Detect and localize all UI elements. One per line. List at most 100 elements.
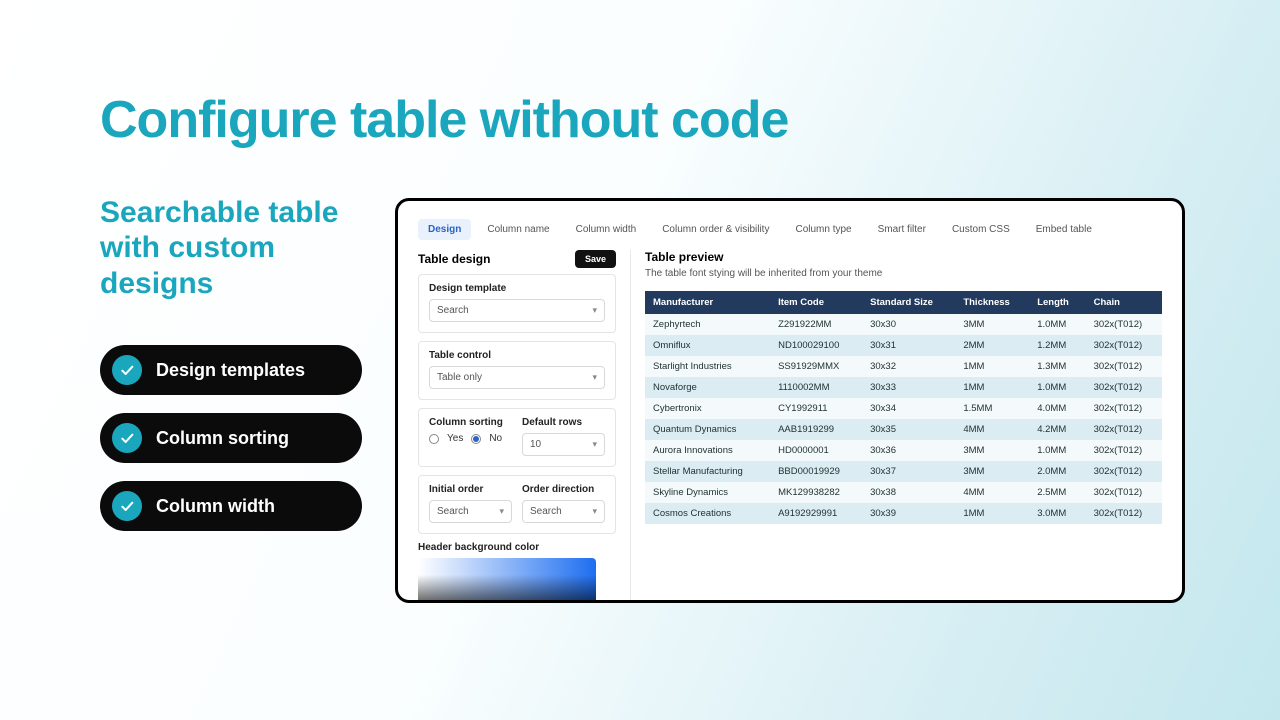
table-cell: 1.3MM [1029, 356, 1085, 377]
column-sorting-label: Column sorting [429, 417, 512, 428]
table-cell: 302x(T012) [1086, 482, 1162, 503]
chevron-down-icon: ▾ [592, 506, 597, 517]
check-icon [112, 491, 142, 521]
tab-column-type[interactable]: Column type [785, 219, 861, 240]
check-icon [112, 423, 142, 453]
table-cell: 3MM [955, 440, 1029, 461]
table-row: Stellar ManufacturingBBD0001992930x373MM… [645, 461, 1162, 482]
feature-label: Column sorting [156, 428, 289, 449]
order-direction-select[interactable]: Search ▾ [522, 500, 605, 523]
tab-embed-table[interactable]: Embed table [1026, 219, 1102, 240]
template-value: Search [437, 305, 469, 316]
table-cell: 302x(T012) [1086, 419, 1162, 440]
tab-column-order-visibility[interactable]: Column order & visibility [652, 219, 779, 240]
table-cell: Zephyrtech [645, 314, 770, 335]
table-cell: Quantum Dynamics [645, 419, 770, 440]
table-cell: CY1992911 [770, 398, 862, 419]
table-cell: 302x(T012) [1086, 461, 1162, 482]
header-bg-label: Header background color [418, 542, 616, 553]
table-cell: Cosmos Creations [645, 503, 770, 524]
table-cell: 4.0MM [1029, 398, 1085, 419]
sorting-no-label: No [489, 433, 502, 444]
table-header-cell: Standard Size [862, 291, 955, 314]
table-cell: A9192929991 [770, 503, 862, 524]
table-cell: Starlight Industries [645, 356, 770, 377]
table-cell: 1.0MM [1029, 314, 1085, 335]
table-cell: Cybertronix [645, 398, 770, 419]
table-header-row: ManufacturerItem CodeStandard SizeThickn… [645, 291, 1162, 314]
table-row: Starlight IndustriesSS91929MMX30x321MM1.… [645, 356, 1162, 377]
tab-design[interactable]: Design [418, 219, 471, 240]
table-cell: SS91929MMX [770, 356, 862, 377]
table-row: Quantum DynamicsAAB191929930x354MM4.2MM3… [645, 419, 1162, 440]
sorting-no-radio[interactable] [471, 434, 481, 444]
order-direction-value: Search [530, 506, 562, 517]
feature-pill: Column sorting [100, 413, 362, 463]
table-cell: 302x(T012) [1086, 335, 1162, 356]
table-cell: 3MM [955, 461, 1029, 482]
color-picker[interactable] [418, 558, 596, 603]
table-cell: 1.0MM [1029, 440, 1085, 461]
table-cell: 1.2MM [1029, 335, 1085, 356]
table-cell: 302x(T012) [1086, 377, 1162, 398]
preview-note: The table font stying will be inherited … [645, 268, 1162, 279]
page-subhead: Searchable table with custom designs [100, 195, 390, 301]
save-button[interactable]: Save [575, 250, 616, 268]
table-cell: 4MM [955, 419, 1029, 440]
default-rows-value: 10 [530, 439, 541, 450]
initial-order-select[interactable]: Search ▾ [429, 500, 512, 523]
table-row: Aurora InnovationsHD000000130x363MM1.0MM… [645, 440, 1162, 461]
table-row: CybertronixCY199291130x341.5MM4.0MM302x(… [645, 398, 1162, 419]
table-cell: 302x(T012) [1086, 356, 1162, 377]
table-row: Cosmos CreationsA919292999130x391MM3.0MM… [645, 503, 1162, 524]
table-cell: 4MM [955, 482, 1029, 503]
table-cell: 1.0MM [1029, 377, 1085, 398]
chevron-down-icon: ▾ [592, 305, 597, 316]
table-cell: 2MM [955, 335, 1029, 356]
check-icon [112, 355, 142, 385]
table-cell: HD0000001 [770, 440, 862, 461]
table-cell: 30x32 [862, 356, 955, 377]
table-cell: 30x31 [862, 335, 955, 356]
table-cell: Stellar Manufacturing [645, 461, 770, 482]
table-cell: 30x35 [862, 419, 955, 440]
table-cell: 2.0MM [1029, 461, 1085, 482]
tab-smart-filter[interactable]: Smart filter [868, 219, 936, 240]
default-rows-select[interactable]: 10 ▾ [522, 433, 605, 456]
tab-custom-css[interactable]: Custom CSS [942, 219, 1020, 240]
table-header-cell: Thickness [955, 291, 1029, 314]
table-cell: 302x(T012) [1086, 440, 1162, 461]
preview-pane: Table preview The table font stying will… [630, 250, 1162, 603]
chevron-down-icon: ▾ [592, 372, 597, 383]
sorting-yes-label: Yes [447, 433, 463, 444]
sorting-yes-radio[interactable] [429, 434, 439, 444]
table-cell: Z291922MM [770, 314, 862, 335]
table-cell: 302x(T012) [1086, 398, 1162, 419]
table-cell: 3.0MM [1029, 503, 1085, 524]
table-cell: 2.5MM [1029, 482, 1085, 503]
table-row: OmnifluxND10002910030x312MM1.2MM302x(T01… [645, 335, 1162, 356]
table-control-label: Table control [429, 350, 605, 361]
template-select[interactable]: Search ▾ [429, 299, 605, 322]
tab-column-name[interactable]: Column name [477, 219, 559, 240]
table-cell: 4.2MM [1029, 419, 1085, 440]
table-cell: Omniflux [645, 335, 770, 356]
order-direction-label: Order direction [522, 484, 605, 495]
app-panel: Design Column name Column widthColumn orde… [395, 198, 1185, 603]
table-cell: 302x(T012) [1086, 503, 1162, 524]
template-label: Design template [429, 283, 605, 294]
tab-column-width[interactable]: Column width [566, 219, 647, 240]
table-cell: 30x36 [862, 440, 955, 461]
feature-label: Column width [156, 496, 275, 517]
table-cell: 30x34 [862, 398, 955, 419]
table-header-cell: Chain [1086, 291, 1162, 314]
initial-order-label: Initial order [429, 484, 512, 495]
table-cell: 30x30 [862, 314, 955, 335]
table-cell: ND100029100 [770, 335, 862, 356]
table-cell: 3MM [955, 314, 1029, 335]
table-control-select[interactable]: Table only ▾ [429, 366, 605, 389]
chevron-down-icon: ▾ [592, 439, 597, 450]
table-cell: BBD00019929 [770, 461, 862, 482]
design-title: Table design [418, 252, 490, 266]
table-cell: MK129938282 [770, 482, 862, 503]
